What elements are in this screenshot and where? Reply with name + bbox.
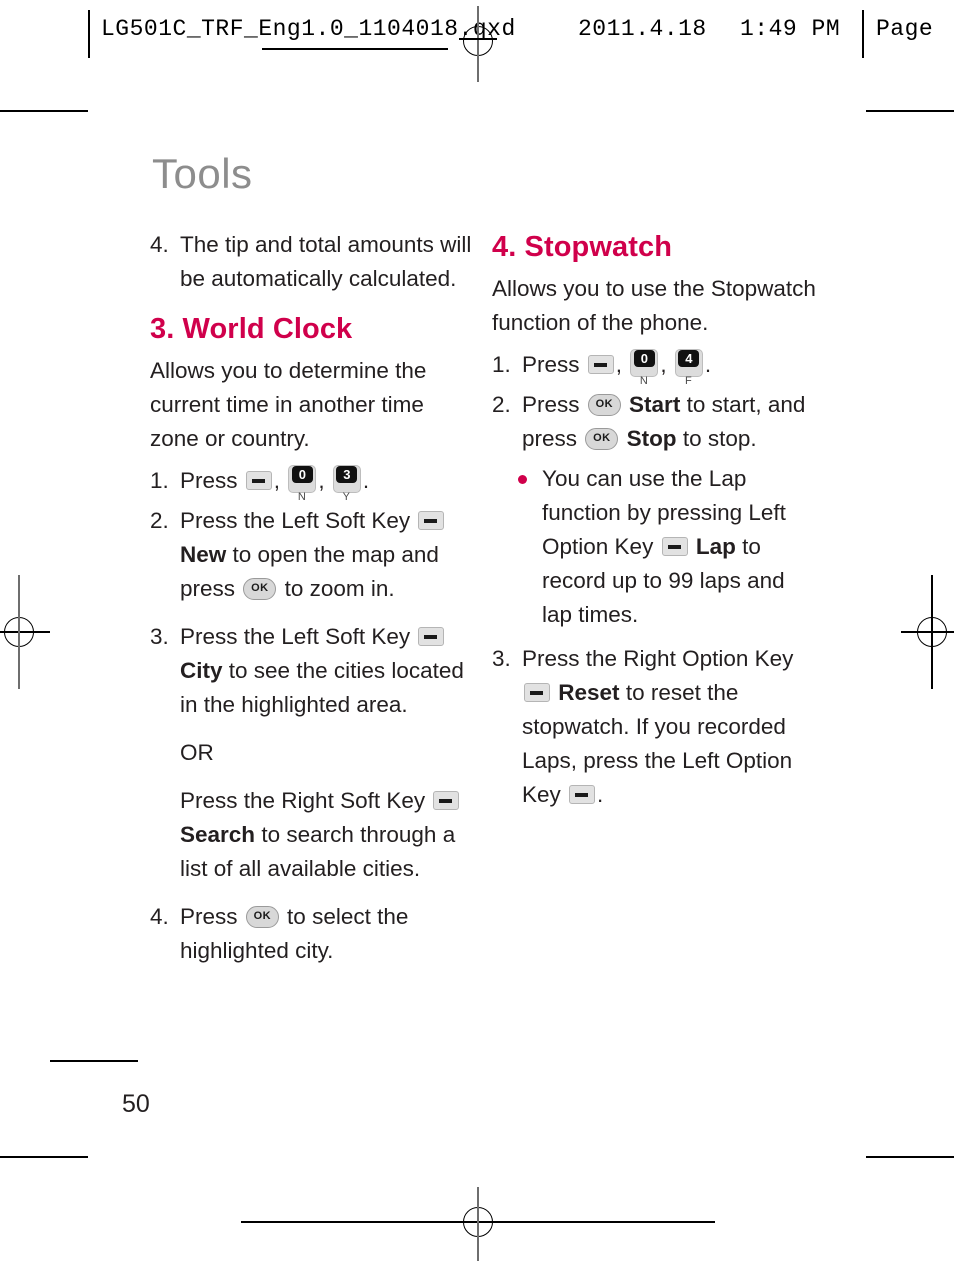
ok-key-icon: OK — [585, 427, 619, 450]
step-number: 3. — [150, 624, 169, 649]
soft-key-icon — [418, 511, 445, 531]
registration-hairline-vertical — [931, 575, 933, 689]
ok-key-icon: OK — [243, 577, 277, 600]
step-bold-label-2: Stop — [626, 426, 677, 451]
step-number: 1. — [150, 468, 169, 493]
crop-mark-top-left — [0, 110, 88, 112]
list-item: 4. The tip and total amounts will be aut… — [150, 228, 475, 296]
section-heading-world-clock: 3. World Clock — [150, 313, 353, 345]
step-text-end: to zoom in. — [284, 576, 395, 601]
registration-hairline-vertical — [477, 1187, 479, 1261]
registration-mark-bottom — [241, 1187, 715, 1261]
registration-hairline-horizontal — [901, 631, 954, 633]
key-4-F-icon: 4 F — [674, 349, 703, 387]
step-number: 2. — [150, 508, 169, 533]
section-heading-stopwatch: 4. Stopwatch — [492, 231, 673, 263]
world-clock-final-step-list: 4. Press OK to select the highlighted ci… — [150, 900, 475, 968]
key-3-Y-icon: 3 Y — [332, 465, 361, 503]
registration-mark-top — [455, 6, 501, 82]
stopwatch-bullet-list: You can use the Lap function by pressing… — [492, 462, 817, 632]
crop-mark-top-right — [866, 110, 954, 112]
step-bold-label: Start — [629, 392, 681, 417]
soft-key-icon — [433, 791, 460, 811]
step-text-end: . — [704, 352, 712, 377]
soft-key-icon — [245, 471, 272, 491]
ok-key-icon: OK — [587, 393, 621, 416]
page-title: Tools — [152, 150, 253, 197]
step-text: Press the Left Soft Key — [180, 508, 411, 533]
step-text: Press the Left Soft Key — [180, 624, 411, 649]
header-filename: LG501C_TRF_Eng1.0_1104018.qxd — [101, 16, 516, 42]
punctuation: , — [318, 468, 325, 493]
punctuation: , — [615, 352, 623, 377]
right-column: 4. Stopwatch Allows you to use the Stopw… — [492, 228, 817, 826]
step-bold-label: New — [180, 542, 227, 567]
header-date: 2011.4.18 — [578, 16, 707, 42]
punctuation: , — [273, 468, 281, 493]
section-intro-world-clock: Allows you to determine the current time… — [150, 358, 427, 451]
page-number: 50 — [122, 1090, 150, 1118]
or-alternative-step: Press the Right Soft Key Search to searc… — [150, 784, 475, 886]
step-text: Press — [180, 904, 238, 929]
registration-mark-left — [0, 575, 50, 689]
step-text: The tip and total amounts will be automa… — [180, 232, 472, 291]
crop-mark-above-page-number — [50, 1060, 138, 1062]
header-underline — [262, 48, 448, 50]
stopwatch-reset-step-list: 3. Press the Right Option Key Reset to r… — [492, 642, 817, 812]
left-column: 4. The tip and total amounts will be aut… — [150, 228, 475, 982]
soft-key-icon — [524, 683, 550, 703]
step-number: 4. — [150, 904, 169, 929]
list-item: 3. Press the Right Option Key Reset to r… — [492, 642, 817, 812]
soft-key-icon — [587, 355, 614, 375]
registration-hairline-vertical — [477, 6, 479, 82]
step-text-end: to see the cities located in the highlig… — [180, 658, 464, 717]
list-item: 2. Press the Left Soft Key New to open t… — [150, 504, 475, 606]
step-text: Press the Right Option Key — [522, 646, 794, 671]
header-page-label: Page — [876, 16, 934, 42]
registration-mark-right — [901, 575, 954, 689]
header-rule-right — [862, 10, 864, 58]
key-0-N-icon: 0 N — [630, 349, 659, 387]
punctuation: , — [660, 352, 667, 377]
step-text: Press — [522, 352, 580, 377]
soft-key-icon — [418, 627, 445, 647]
ok-key-icon: OK — [245, 905, 279, 928]
header-time: 1:49 PM — [740, 16, 841, 42]
list-item: 3. Press the Left Soft Key City to see t… — [150, 620, 475, 722]
step-number: 2. — [492, 392, 511, 417]
crop-mark-bottom-right — [866, 1156, 954, 1158]
soft-key-icon — [661, 537, 688, 557]
step-bold-label: City — [180, 658, 223, 683]
step-text-end: . — [597, 782, 604, 807]
list-item: 1. Press , 0 N , 3 Y . — [150, 464, 475, 503]
registration-hairline-horizontal — [0, 631, 50, 633]
step-text-end: . — [362, 468, 370, 493]
bullet-bold-label: Lap — [695, 534, 736, 559]
step-number: 3. — [492, 646, 511, 671]
section-intro-stopwatch: Allows you to use the Stopwatch function… — [492, 276, 816, 335]
list-item: 2. Press OK Start to start, and press OK… — [492, 388, 817, 456]
soft-key-icon — [569, 785, 596, 805]
step-bold-label: Search — [180, 822, 256, 847]
step-text: Press the Right Soft Key — [180, 788, 426, 813]
step-number: 1. — [492, 352, 511, 377]
step-number: 4. — [150, 232, 169, 257]
step-text: Press — [180, 468, 238, 493]
header-rule-left — [88, 10, 90, 58]
key-0-N-icon: 0 N — [288, 465, 317, 503]
registration-hairline-horizontal — [459, 38, 497, 40]
or-label: OR — [180, 740, 214, 765]
carryover-step-list: 4. The tip and total amounts will be aut… — [150, 228, 475, 296]
step-text: Press — [522, 392, 580, 417]
world-clock-step-list: 1. Press , 0 N , 3 Y . 2. Press the Left… — [150, 464, 475, 722]
stopwatch-step-list: 1. Press , 0 N , 4 F . 2. Press OK Start… — [492, 348, 817, 456]
list-item: 1. Press , 0 N , 4 F . — [492, 348, 817, 387]
list-item: 4. Press OK to select the highlighted ci… — [150, 900, 475, 968]
step-text-end: to stop. — [682, 426, 757, 451]
step-bold-label: Reset — [558, 680, 620, 705]
crop-mark-bottom-left — [0, 1156, 88, 1158]
registration-hairline-vertical — [18, 575, 20, 689]
list-item: You can use the Lap function by pressing… — [514, 462, 817, 632]
